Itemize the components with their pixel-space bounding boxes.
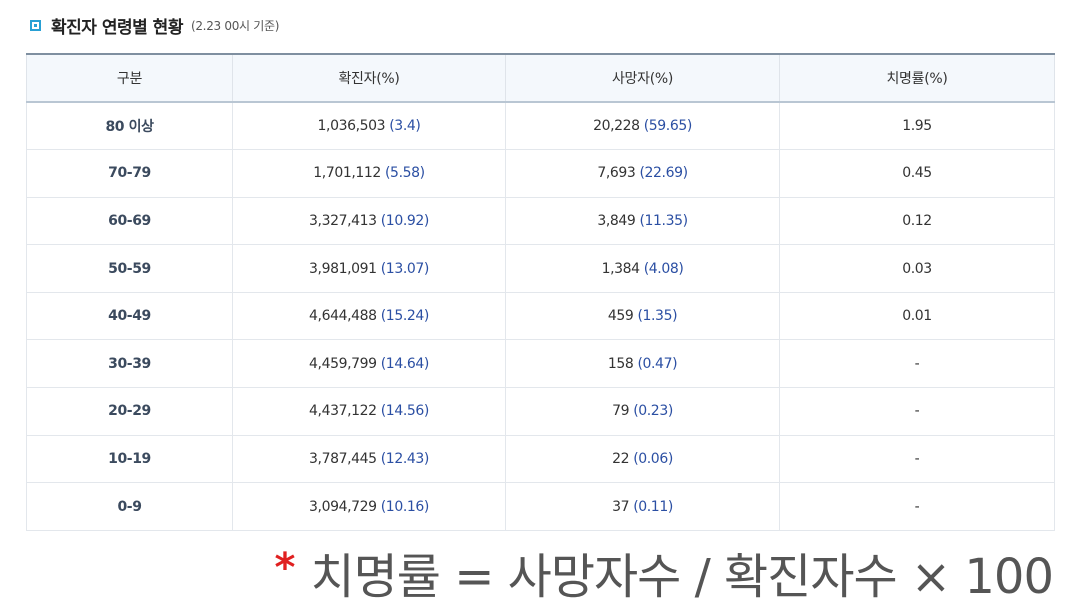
fatality-rate-cell: -	[779, 387, 1055, 436]
age-group-cell: 60-69	[26, 196, 233, 246]
deaths-count: 20,228	[593, 118, 640, 135]
confirmed-cell: 3,787,445 (12.43)	[232, 434, 506, 484]
confirmed-count: 3,981,091	[309, 260, 377, 277]
confirmed-count: 3,327,413	[309, 212, 377, 229]
deaths-percent: (22.69)	[639, 165, 688, 182]
asterisk-marker: *	[274, 545, 296, 591]
deaths-count: 158	[607, 355, 634, 372]
table-row: 0-9 3,094,729 (10.16) 37 (0.11) -	[26, 482, 1055, 531]
table-header-row: 구분 확진자(%) 사망자(%) 치명률(%)	[26, 53, 1055, 103]
confirmed-count: 4,459,799	[309, 355, 377, 372]
header-fatality-rate: 치명률(%)	[779, 53, 1055, 103]
deaths-count: 7,693	[597, 165, 636, 182]
age-group-cell: 80 이상	[26, 101, 233, 151]
age-group-cell: 50-59	[26, 244, 233, 293]
header-age-group: 구분	[26, 53, 233, 103]
fatality-rate-cell: 1.95	[779, 101, 1055, 151]
deaths-percent: (0.23)	[633, 403, 673, 420]
confirmed-percent: (10.92)	[380, 212, 430, 229]
deaths-cell: 20,228 (59.65)	[505, 101, 780, 151]
table-row: 60-69 3,327,413 (10.92) 3,849 (11.35) 0.12	[26, 196, 1055, 246]
deaths-count: 459	[607, 308, 634, 325]
deaths-count: 3,849	[597, 212, 636, 229]
confirmed-percent: (14.56)	[380, 403, 430, 420]
table-row: 50-59 3,981,091 (13.07) 1,384 (4.08) 0.03	[26, 244, 1055, 293]
confirmed-cell: 3,981,091 (13.07)	[232, 244, 506, 293]
deaths-cell: 1,384 (4.08)	[505, 244, 780, 293]
confirmed-count: 3,787,445	[309, 450, 377, 467]
age-group-cell: 70-79	[26, 149, 233, 198]
deaths-percent: (0.11)	[633, 498, 673, 515]
confirmed-cell: 4,644,488 (15.24)	[232, 291, 506, 341]
deaths-cell: 79 (0.23)	[505, 387, 780, 436]
confirmed-percent: (5.58)	[385, 165, 425, 182]
table-row: 10-19 3,787,445 (12.43) 22 (0.06) -	[26, 434, 1055, 484]
fatality-rate-cell: -	[779, 434, 1055, 484]
deaths-count: 37	[612, 498, 630, 515]
confirmed-cell: 4,459,799 (14.64)	[232, 339, 506, 389]
confirmed-count: 1,701,112	[313, 165, 381, 182]
age-stats-table: 구분 확진자(%) 사망자(%) 치명률(%) 80 이상 1,036,503 (…	[26, 53, 1055, 531]
fatality-rate-cell: 0.45	[779, 149, 1055, 198]
deaths-cell: 22 (0.06)	[505, 434, 780, 484]
confirmed-count: 1,036,503	[317, 118, 386, 135]
deaths-percent: (1.35)	[637, 308, 678, 325]
confirmed-percent: (3.4)	[389, 118, 421, 135]
fatality-rate-cell: 0.01	[779, 291, 1055, 341]
confirmed-percent: (14.64)	[380, 355, 430, 372]
table-row: 40-49 4,644,488 (15.24) 459 (1.35) 0.01	[26, 291, 1055, 341]
confirmed-cell: 1,036,503 (3.4)	[232, 101, 506, 151]
deaths-cell: 3,849 (11.35)	[505, 196, 780, 246]
confirmed-percent: (13.07)	[380, 260, 430, 277]
deaths-count: 22	[612, 450, 630, 467]
deaths-cell: 37 (0.11)	[505, 482, 780, 531]
formula-text: 치명률 = 사망자수 / 확진자수 × 100	[310, 549, 1054, 605]
confirmed-count: 4,437,122	[309, 403, 377, 420]
confirmed-cell: 3,327,413 (10.92)	[232, 196, 506, 246]
confirmed-percent: (10.16)	[380, 498, 430, 515]
confirmed-percent: (12.43)	[380, 450, 430, 467]
deaths-cell: 158 (0.47)	[505, 339, 780, 389]
fatality-rate-cell: 0.12	[779, 196, 1055, 246]
confirmed-cell: 1,701,112 (5.58)	[232, 149, 506, 198]
confirmed-cell: 4,437,122 (14.56)	[232, 387, 506, 436]
age-group-cell: 40-49	[26, 291, 233, 341]
table-row: 80 이상 1,036,503 (3.4) 20,228 (59.65) 1.95	[26, 101, 1055, 151]
header-deaths: 사망자(%)	[505, 53, 780, 103]
section-heading: 확진자 연령별 현황 (2.23 00시 기준)	[30, 12, 279, 38]
deaths-percent: (11.35)	[639, 212, 688, 229]
deaths-cell: 459 (1.35)	[505, 291, 780, 341]
deaths-count: 79	[612, 403, 630, 420]
deaths-cell: 7,693 (22.69)	[505, 149, 780, 198]
deaths-count: 1,384	[601, 260, 640, 277]
deaths-percent: (0.47)	[637, 355, 678, 372]
deaths-percent: (4.08)	[643, 260, 684, 277]
fatality-rate-cell: -	[779, 339, 1055, 389]
fatality-rate-cell: -	[779, 482, 1055, 531]
section-subtitle: (2.23 00시 기준)	[190, 18, 280, 33]
confirmed-cell: 3,094,729 (10.16)	[232, 482, 506, 531]
confirmed-count: 4,644,488	[309, 308, 377, 325]
square-bullet-icon	[30, 19, 41, 31]
fatality-rate-cell: 0.03	[779, 244, 1055, 293]
age-group-cell: 20-29	[26, 387, 233, 436]
deaths-percent: (59.65)	[643, 118, 693, 135]
age-group-cell: 30-39	[26, 339, 233, 389]
confirmed-percent: (15.24)	[380, 308, 430, 325]
section-title: 확진자 연령별 현황	[51, 17, 183, 38]
fatality-formula-note: * 치명률 = 사망자수 / 확진자수 × 100	[274, 540, 1054, 605]
header-confirmed: 확진자(%)	[232, 53, 506, 103]
confirmed-count: 3,094,729	[309, 498, 377, 515]
age-group-cell: 10-19	[26, 434, 233, 484]
table-row: 30-39 4,459,799 (14.64) 158 (0.47) -	[26, 339, 1055, 389]
deaths-percent: (0.06)	[633, 450, 673, 467]
table-row: 20-29 4,437,122 (14.56) 79 (0.23) -	[26, 387, 1055, 436]
age-group-cell: 0-9	[26, 482, 233, 531]
table-row: 70-79 1,701,112 (5.58) 7,693 (22.69) 0.45	[26, 149, 1055, 198]
